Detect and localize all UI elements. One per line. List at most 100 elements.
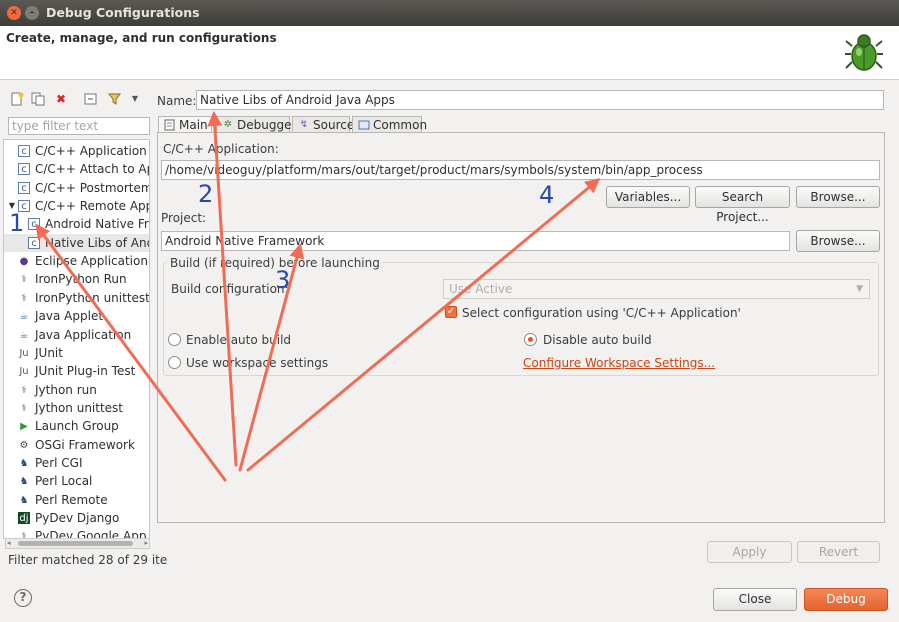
tree-item[interactable]: Ju JUnit Plug-in Test (4, 362, 149, 380)
enable-auto-build-radio[interactable] (168, 333, 181, 346)
tree-item[interactable]: c Native Libs of Android Java Apps (4, 233, 149, 252)
java-icon: ☕ (19, 329, 29, 341)
tree-item-label: C/C++ Application (35, 144, 147, 158)
filter-icon[interactable] (107, 92, 122, 106)
debug-bug-icon (845, 34, 883, 71)
tree-item[interactable]: ♞ Perl Local (4, 472, 149, 490)
close-button[interactable]: Close (713, 588, 797, 611)
tree-item[interactable]: c C/C++ Postmortem Debugger (4, 179, 150, 197)
project-label: Project: (161, 211, 207, 225)
window-minimize-button[interactable]: – (25, 6, 39, 20)
python-icon: ⚕ (21, 274, 27, 286)
chevron-down-icon: ▼ (856, 284, 863, 294)
tree-item[interactable]: ▶ Launch Group (4, 417, 149, 435)
use-workspace-radio[interactable] (168, 356, 181, 369)
app-path-input[interactable]: /home/videoguy/platform/mars/out/target/… (161, 160, 880, 180)
window-title: Debug Configurations (46, 5, 200, 20)
revert-button[interactable]: Revert (797, 541, 880, 563)
duplicate-icon[interactable] (31, 92, 45, 106)
tree-item[interactable]: Ju JUnit (4, 344, 149, 362)
debugger-tab-icon: ✲ (223, 119, 233, 130)
tree-horizontal-scrollbar[interactable]: ◂ ▸ (5, 538, 150, 549)
scrollbar-thumb[interactable] (18, 541, 133, 546)
tree-item[interactable]: ▼cC/C++ Remote Application (4, 197, 149, 215)
collapse-all-icon[interactable] (84, 92, 98, 106)
search-project-button[interactable]: Search Project... (695, 186, 790, 224)
tree-item[interactable]: ● Eclipse Application (4, 252, 149, 270)
c-config-icon: c (18, 181, 30, 194)
name-input[interactable]: Native Libs of Android Java Apps (196, 90, 884, 110)
dialog-header-text: Create, manage, and run configurations (6, 31, 277, 45)
browse-project-button[interactable]: Browse... (796, 230, 880, 252)
tree-item[interactable]: dj PyDev Django (4, 509, 149, 527)
tab-source[interactable]: ↯ Source (292, 116, 354, 133)
tree-item-label: Native Libs of Android Java Apps (45, 235, 149, 250)
tab-common[interactable]: Common (352, 116, 427, 133)
use-workspace-label: Use workspace settings (186, 356, 329, 370)
tree-item-label: JUnit (35, 345, 63, 360)
view-menu-icon[interactable]: ▼ (128, 92, 142, 106)
title-bar: ✕ – Debug Configurations (0, 0, 899, 26)
tree-item[interactable]: ⚕ Jython run (4, 381, 149, 399)
name-label: Name: (157, 94, 197, 108)
tree-item[interactable]: ☕ Java Application (4, 326, 149, 344)
tree-item-label: OSGi Framework (35, 437, 135, 452)
disable-auto-build-radio[interactable] (524, 333, 537, 346)
junit-icon: Ju (19, 347, 29, 359)
app-label: C/C++ Application: (163, 142, 279, 156)
tree-item-label: Launch Group (35, 419, 119, 434)
tree-item-label: Jython unittest (35, 400, 124, 415)
tree-item-label: JUnit Plug-in Test (35, 364, 136, 379)
tree-item[interactable]: ☕ Java Applet (4, 307, 149, 325)
tree-item-label: Jython run (35, 382, 97, 397)
perl-icon: ♞ (19, 476, 29, 488)
new-config-icon[interactable] (10, 92, 24, 106)
source-tab-icon: ↯ (299, 119, 309, 130)
main-tab-icon (164, 119, 176, 131)
tree-item-label: C/C++ Postmortem Debugger (35, 180, 150, 195)
osgi-icon: ⚙ (19, 439, 29, 451)
select-config-checkbox[interactable]: ✓ (445, 306, 457, 318)
config-tree[interactable]: c C/C++ Application c C/C++ Attach to Appli… (3, 139, 150, 539)
tab-main[interactable]: Main (158, 116, 212, 133)
tree-item-label: PyDev Django (35, 511, 120, 525)
delete-icon[interactable]: ✖ (54, 92, 68, 106)
tree-item-label: Perl CGI (35, 455, 83, 470)
help-icon[interactable]: ? (14, 589, 32, 607)
filter-input[interactable]: type filter text (8, 117, 150, 135)
debug-button[interactable]: Debug (804, 588, 888, 611)
project-input[interactable]: Android Native Framework (161, 231, 790, 251)
browse-app-button[interactable]: Browse... (796, 186, 880, 208)
tree-item-label: Perl Local (35, 474, 93, 489)
tree-item[interactable]: c C/C++ Application (4, 142, 149, 160)
tree-item[interactable]: ⚙ OSGi Framework (4, 436, 149, 454)
tree-item[interactable]: ♞ Perl CGI (4, 454, 149, 472)
eclipse-icon: ● (19, 256, 29, 268)
perl-icon: ♞ (19, 494, 29, 506)
tree-item[interactable]: c C/C++ Attach to Application (4, 160, 149, 178)
variables-button[interactable]: Variables... (606, 186, 690, 208)
tree-item-label: Java Application (35, 327, 132, 342)
apply-button[interactable]: Apply (707, 541, 792, 563)
tree-item-label: Android Native Framework (45, 217, 149, 232)
build-config-select[interactable]: Use Active ▼ (443, 279, 870, 299)
tree-item[interactable]: ⚕ IronPython Run (4, 270, 149, 288)
python-icon: ⚕ (21, 402, 27, 414)
tree-item[interactable]: ⚕ Jython unittest (4, 399, 149, 417)
tree-item[interactable]: c Android Native Framework (4, 215, 149, 233)
filter-status: Filter matched 28 of 29 ite (8, 553, 168, 567)
perl-icon: ♞ (19, 457, 29, 469)
build-config-label: Build configuration: (171, 282, 289, 296)
tree-item[interactable]: ⚕ IronPython unittest (4, 289, 149, 307)
window-close-button[interactable]: ✕ (7, 6, 21, 20)
select-config-label: Select configuration using 'C/C++ Applic… (462, 306, 741, 320)
tab-debugger[interactable]: ✲ Debugger (216, 116, 296, 133)
django-icon: dj (18, 512, 30, 524)
c-config-icon: c (28, 236, 40, 249)
common-tab-icon (358, 119, 370, 131)
tree-item[interactable]: ♞ Perl Remote (4, 491, 149, 509)
junit-icon: Ju (19, 366, 29, 378)
configure-workspace-link[interactable]: Configure Workspace Settings... (523, 356, 715, 370)
tab-label: Common (373, 118, 428, 132)
c-config-icon: c (18, 163, 30, 176)
